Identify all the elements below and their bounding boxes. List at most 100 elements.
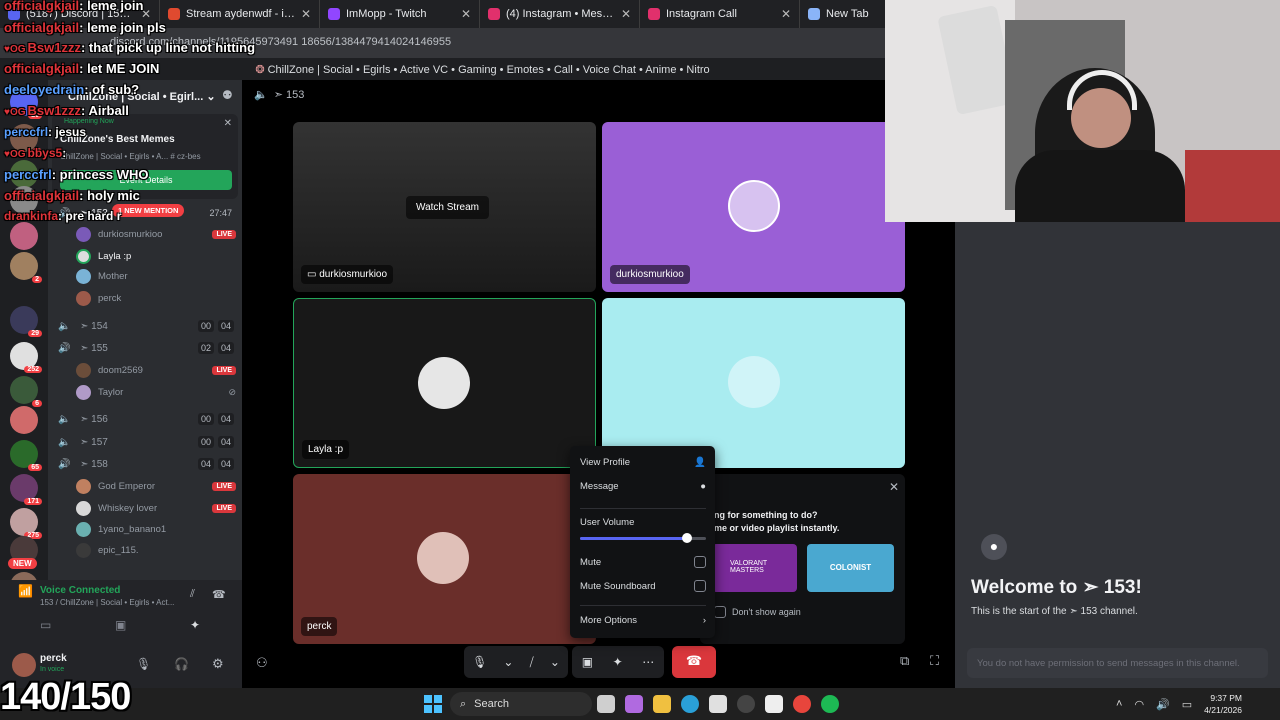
avatar xyxy=(76,226,91,242)
channel-156[interactable]: 🔈 ➣ 156 00 04 xyxy=(52,409,238,429)
gear-icon[interactable]: ⚙ xyxy=(212,656,224,672)
chevron-down-icon[interactable]: ⌄ xyxy=(550,655,560,669)
message-input[interactable]: You do not have permission to send messa… xyxy=(967,648,1268,678)
browser-tab[interactable]: ImMopp - Twitch ✕ xyxy=(320,0,480,28)
voice-user[interactable]: Mother xyxy=(76,266,236,286)
close-icon[interactable]: ✕ xyxy=(224,118,232,129)
chevron-up-icon[interactable]: ˄ xyxy=(1116,698,1122,710)
app-icon[interactable] xyxy=(765,695,783,713)
server-icon[interactable] xyxy=(10,222,38,250)
server-icon[interactable] xyxy=(10,406,38,434)
copilot-icon[interactable] xyxy=(625,695,643,713)
checkbox[interactable] xyxy=(694,580,706,592)
server-icon[interactable]: 252 xyxy=(10,342,42,373)
stream-tile[interactable]: Watch Stream ▭ durkiosmurkioo xyxy=(293,122,596,292)
server-icon[interactable]: 275 xyxy=(10,508,42,539)
volume-handle[interactable] xyxy=(682,533,693,543)
server-icon[interactable]: 2 xyxy=(10,252,42,283)
server-icon: ❂ xyxy=(255,64,265,76)
server-icon[interactable]: 6 xyxy=(10,376,42,407)
microphone-icon[interactable]: 🎙 xyxy=(136,657,151,671)
screen-share-icon[interactable]: ▣ xyxy=(582,655,593,669)
chat-bubble-icon: ● xyxy=(700,481,706,492)
screen-share-icon[interactable]: ▣ xyxy=(115,618,126,632)
fullscreen-icon[interactable]: ⛶ xyxy=(930,653,939,669)
task-view-icon[interactable] xyxy=(597,695,615,713)
browser-tab[interactable]: Instagram Call ✕ xyxy=(640,0,800,28)
chrome-icon[interactable] xyxy=(793,695,811,713)
server-icon[interactable]: 171 xyxy=(10,474,42,505)
channel-158[interactable]: 🔊 ➣ 158 04 04 xyxy=(52,454,238,474)
browser-tab[interactable]: (4) Instagram • Messages✕ xyxy=(480,0,640,28)
close-icon[interactable]: ✕ xyxy=(301,7,311,21)
volume-slider[interactable] xyxy=(580,533,706,543)
checkbox[interactable] xyxy=(714,606,726,618)
close-icon[interactable]: ✕ xyxy=(461,7,471,21)
windows-start-icon[interactable] xyxy=(424,695,442,713)
activity-card-colonist[interactable]: COLONIST xyxy=(807,544,894,592)
voice-user[interactable]: 1yano_banano1 xyxy=(76,519,236,539)
battery-icon[interactable]: ▭ xyxy=(1182,698,1192,711)
user-tile[interactable]: Layla :p xyxy=(293,298,596,468)
speaker-icon: 🔈 xyxy=(58,436,71,448)
headphones-icon[interactable]: 🎧 xyxy=(174,657,189,671)
dont-show-again[interactable]: Don't show again xyxy=(714,606,801,618)
close-icon[interactable]: ✕ xyxy=(781,7,791,21)
checkbox[interactable] xyxy=(694,556,706,568)
store-icon[interactable] xyxy=(709,695,727,713)
activities-icon[interactable]: ✦ xyxy=(190,618,200,632)
more-icon[interactable]: ⋯ xyxy=(642,655,654,669)
user-tile[interactable]: perck xyxy=(293,474,596,644)
popout-icon[interactable]: ⧉ xyxy=(900,653,909,669)
voice-user[interactable]: Whiskey lover LIVE xyxy=(76,498,236,518)
more-options-item[interactable]: More Options › xyxy=(580,615,706,626)
chat-message: officialgkjail: holy mic xyxy=(4,188,140,203)
voice-user[interactable]: perck xyxy=(76,288,236,308)
voice-user[interactable]: Taylor ⊘ xyxy=(76,382,236,402)
network-icon[interactable]: ◠ xyxy=(1134,698,1144,711)
mute-soundboard-item[interactable]: Mute Soundboard xyxy=(580,580,706,592)
voice-user[interactable]: doom2569 LIVE xyxy=(76,360,236,380)
mute-item[interactable]: Mute xyxy=(580,556,706,568)
server-icon[interactable]: 29 xyxy=(10,306,42,337)
spotify-icon[interactable] xyxy=(821,695,839,713)
activities-icon[interactable]: ✦ xyxy=(613,655,623,669)
activity-card-valorant[interactable]: VALORANT MASTERS xyxy=(712,544,797,592)
speaker-icon: 🔊 xyxy=(58,458,71,470)
browser-tab[interactable]: New Tab xyxy=(800,0,885,28)
channel-155[interactable]: 🔊 ➣ 155 02 04 xyxy=(52,338,238,358)
voice-user[interactable]: God Emperor LIVE xyxy=(76,476,236,496)
close-icon[interactable]: ✕ xyxy=(889,480,899,494)
add-user-icon[interactable]: ⚉ xyxy=(222,88,233,102)
volume-icon[interactable]: 🔊 xyxy=(1156,698,1170,711)
microphone-icon[interactable]: 🎙 xyxy=(472,655,487,669)
video-off-icon[interactable]: ⧸ xyxy=(530,655,534,670)
disconnect-icon[interactable]: ☎ xyxy=(212,588,226,601)
app-icon[interactable] xyxy=(737,695,755,713)
video-icon[interactable]: ▭ xyxy=(40,618,51,632)
message-item[interactable]: Message ● xyxy=(580,481,706,492)
server-icon[interactable]: 65 xyxy=(10,440,42,471)
noise-suppression-icon[interactable]: ⫽ xyxy=(190,588,195,601)
channel-154[interactable]: 🔈 ➣ 154 00 04 xyxy=(52,316,238,336)
user-volume-label: User Volume xyxy=(580,517,635,528)
user-tile[interactable]: durkiosmurkioo xyxy=(602,122,905,292)
channel-157[interactable]: 🔈 ➣ 157 00 04 xyxy=(52,432,238,452)
avatar[interactable] xyxy=(12,653,36,677)
file-explorer-icon[interactable] xyxy=(653,695,671,713)
view-profile-item[interactable]: View Profile 👤 xyxy=(580,457,706,468)
clock[interactable]: 9:37 PM 4/21/2026 xyxy=(1204,692,1242,716)
voice-user[interactable]: durkiosmurkioo LIVE xyxy=(76,224,236,244)
invite-icon[interactable]: ⚇ xyxy=(256,655,268,671)
voice-user[interactable]: epic_115. xyxy=(76,540,236,560)
voice-user[interactable]: Layla :p xyxy=(76,246,236,266)
voice-location[interactable]: 153 / ChillZone | Social • Egirls • Act.… xyxy=(40,598,174,607)
user-tile[interactable] xyxy=(602,298,905,468)
watch-stream-button[interactable]: Watch Stream xyxy=(406,196,489,219)
edge-icon[interactable] xyxy=(681,695,699,713)
close-icon[interactable]: ✕ xyxy=(621,7,631,21)
disconnect-button[interactable]: ☎ xyxy=(672,646,716,678)
browser-tab[interactable]: Stream aydenwdf - im still ode✕ xyxy=(160,0,320,28)
taskbar-search[interactable]: ⌕ Search xyxy=(450,692,592,716)
chevron-down-icon[interactable]: ⌄ xyxy=(503,655,513,669)
